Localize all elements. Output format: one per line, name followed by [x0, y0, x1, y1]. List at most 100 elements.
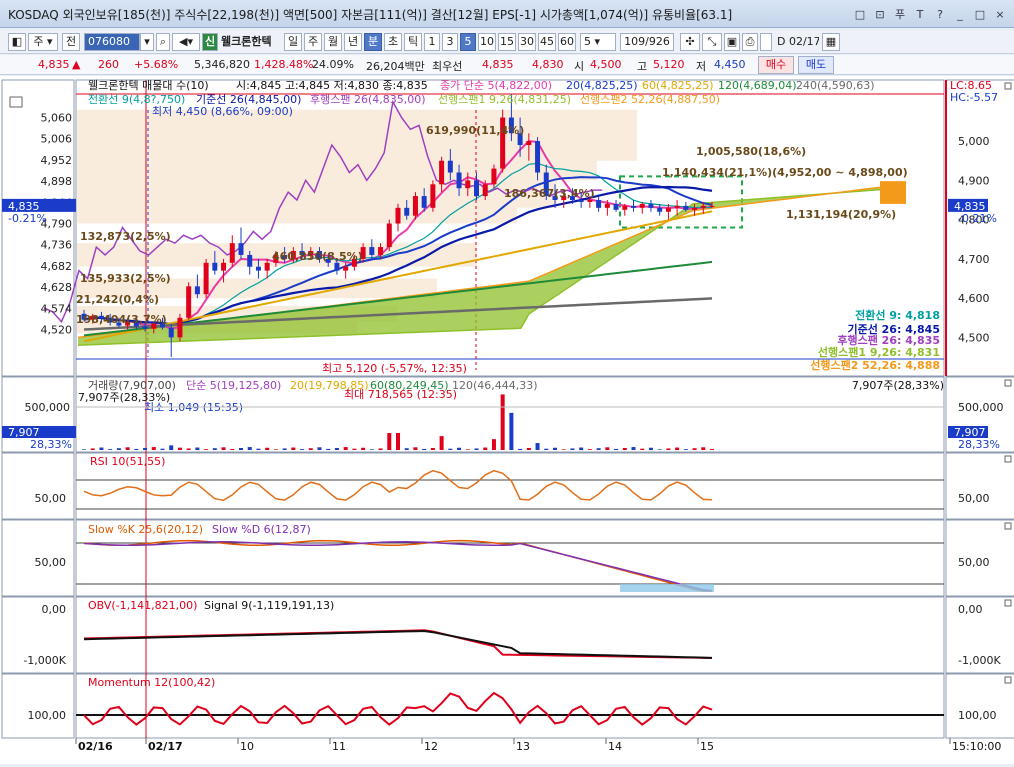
- right-axis-frame-5: [945, 673, 1014, 739]
- candle-body-45: [474, 180, 479, 197]
- panel-menu-icon-2: [1004, 455, 1012, 463]
- layout-icon[interactable]: □: [852, 6, 868, 22]
- stoch-fill: [620, 584, 714, 592]
- tool-icon[interactable]: ✣: [680, 33, 700, 51]
- split-icon[interactable]: ⊡: [872, 6, 888, 22]
- volume-bar-3: [108, 449, 113, 450]
- interval-60[interactable]: 60: [558, 33, 576, 51]
- volume-ma5-legend: 단순 5(19,125,80): [186, 379, 281, 392]
- volume-bar-38: [413, 447, 418, 450]
- period-second[interactable]: 초: [384, 33, 402, 51]
- candle-body-29: [334, 262, 340, 271]
- print-icon[interactable]: ⎙: [742, 33, 758, 51]
- volume-bar-62: [622, 447, 627, 450]
- interval-3[interactable]: 3: [442, 33, 458, 51]
- volume-bar-63: [631, 447, 636, 450]
- text-icon[interactable]: T: [912, 6, 928, 22]
- buy-button[interactable]: 매수: [758, 56, 794, 74]
- candle-body-69: [683, 205, 689, 210]
- current-pct-right: -0.21%: [958, 212, 997, 225]
- count-select[interactable]: 5 ▾: [580, 33, 616, 51]
- signal-button[interactable]: 신: [202, 33, 218, 51]
- volume-bar-23: [282, 448, 287, 450]
- ma5-legend: 종가 단순 5(4,822,00): [440, 79, 552, 92]
- volume-bar-51: [526, 447, 531, 450]
- draw-icon[interactable]: ⤡: [702, 33, 722, 51]
- volume-bar-59: [596, 448, 601, 450]
- ma240-legend: 240(4,590,63): [796, 79, 875, 92]
- date-label: D: [777, 35, 789, 48]
- candle-body-14: [203, 262, 209, 295]
- date-checkbox[interactable]: [760, 33, 772, 51]
- help-icon[interactable]: ?: [932, 6, 948, 22]
- calendar-icon[interactable]: ▦: [822, 33, 840, 51]
- vp-label-4: 186,367(3,4%): [504, 187, 595, 200]
- volume-bar-69: [683, 449, 688, 450]
- chart-area[interactable]: 웰크론한텍 매물대 수(10) 시:4,845 고:4,845 저:4,830 …: [0, 76, 1014, 764]
- period-month[interactable]: 월: [324, 33, 342, 51]
- vp-label-9: 21,242(0,4%): [76, 293, 159, 306]
- ohlc-label: 시:4,845 고:4,845 저:4,830 종:4,835: [236, 79, 428, 92]
- y-tick-left-1: 5,006: [41, 133, 73, 146]
- rsi-legend: RSI 10(51,55): [90, 455, 165, 468]
- close-icon[interactable]: ×: [992, 6, 1008, 22]
- volume-bar-58: [587, 449, 592, 450]
- candle-body-16: [221, 262, 227, 271]
- candle-body-44: [465, 180, 471, 189]
- volume-bar-42: [448, 448, 453, 450]
- sound-icon[interactable]: ◀▾: [172, 33, 200, 51]
- price-change: 260: [98, 58, 119, 71]
- interval-30[interactable]: 30: [518, 33, 536, 51]
- period-minute[interactable]: 분: [364, 33, 382, 51]
- menu-icon[interactable]: ◧: [8, 33, 26, 51]
- candle-body-19: [247, 254, 253, 267]
- period-tick[interactable]: 틱: [404, 33, 422, 51]
- volume-bar-30: [343, 447, 348, 450]
- stoch-d-legend: Slow %D 6(12,87): [212, 523, 311, 536]
- volume-bar-11: [177, 447, 182, 450]
- y-tick-left-8: 4,628: [41, 281, 73, 294]
- interval-45[interactable]: 45: [538, 33, 556, 51]
- interval-10[interactable]: 10: [478, 33, 496, 51]
- stock-code-input[interactable]: 076080: [84, 33, 140, 51]
- stock-chart-svg[interactable]: 웰크론한텍 매물대 수(10) 시:4,845 고:4,845 저:4,830 …: [0, 76, 1014, 764]
- volume-bar-7: [143, 447, 148, 450]
- window-title: KOSDAQ 외국인보유[185(천)] 주식수[22,198(천)] 액면[5…: [8, 8, 733, 22]
- interval-15[interactable]: 15: [498, 33, 516, 51]
- volume-bar-61: [614, 448, 619, 450]
- maximize-icon[interactable]: □: [972, 6, 988, 22]
- interval-1[interactable]: 1: [424, 33, 440, 51]
- pin-icon[interactable]: 푸: [892, 6, 908, 22]
- prev-button[interactable]: 전: [62, 33, 80, 51]
- volume-bar-50: [518, 448, 523, 450]
- interval-5[interactable]: 5: [460, 33, 476, 51]
- period-day[interactable]: 일: [284, 33, 302, 51]
- volume-bar-55: [561, 449, 566, 450]
- date-field[interactable]: D 02/17: [776, 33, 820, 51]
- open-label: 시: [574, 60, 585, 73]
- y-tick-left-7: 4,682: [41, 260, 73, 273]
- volume-bar-37: [404, 448, 409, 450]
- period-week[interactable]: 주: [304, 33, 322, 51]
- leading1-legend: 선행스팬1 9,26(4,831,25): [438, 93, 571, 106]
- date-value: 02/17: [788, 35, 820, 48]
- period-year[interactable]: 년: [344, 33, 362, 51]
- candle-body-34: [378, 247, 384, 255]
- candle-body-47: [491, 168, 497, 185]
- candle-body-20: [255, 266, 261, 271]
- sell-button[interactable]: 매도: [798, 56, 834, 74]
- save-icon[interactable]: ▣: [724, 33, 740, 51]
- volume-bar-4: [116, 448, 121, 450]
- candle-body-70: [692, 207, 698, 210]
- volume-bar-13: [195, 447, 200, 450]
- volume-bar-20: [256, 448, 261, 450]
- volume-bar-19: [247, 447, 252, 450]
- current-price: 4,835: [38, 58, 70, 71]
- search-icon[interactable]: ⌕: [156, 33, 170, 51]
- panel-menu-icon-1: [1004, 379, 1012, 387]
- chart-type-select[interactable]: 주 ▾: [28, 33, 58, 51]
- minimize-icon[interactable]: _: [952, 6, 968, 22]
- left-axis-frame-2: [1, 452, 75, 520]
- candle-body-42: [447, 160, 453, 173]
- code-dropdown-icon[interactable]: ▾: [140, 33, 154, 51]
